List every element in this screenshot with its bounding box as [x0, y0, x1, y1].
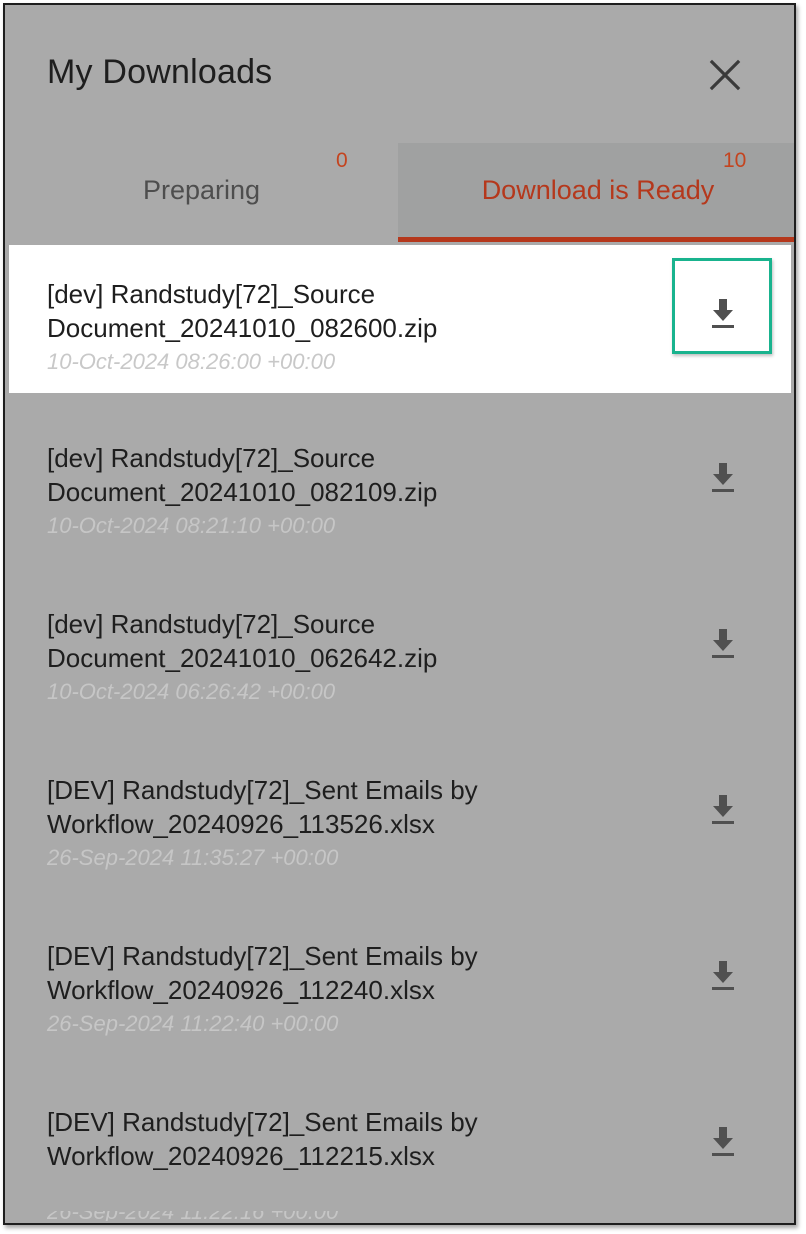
- file-name: [dev] Randstudy[72]_Source Document_2024…: [47, 607, 657, 675]
- file-name-line: [dev] Randstudy[72]_Source: [47, 609, 376, 639]
- list-item[interactable]: [dev] Randstudy[72]_Source Document_2024…: [5, 575, 792, 723]
- download-icon[interactable]: [705, 459, 741, 495]
- file-date-partial: 26-Sep-2024 11:22:16 +00:00: [47, 1211, 338, 1221]
- file-name-line: Document_20241010_082109.zip: [47, 477, 438, 507]
- file-name-line: [dev] Randstudy[72]_Source: [47, 443, 376, 473]
- file-date: 10-Oct-2024 08:26:00 +00:00: [47, 349, 336, 374]
- file-name: [dev] Randstudy[72]_Source Document_2024…: [47, 441, 657, 509]
- close-icon[interactable]: [705, 55, 745, 95]
- file-date: 26-Sep-2024 11:22:16 +00:00: [47, 1211, 338, 1221]
- download-icon[interactable]: [705, 295, 741, 331]
- file-name-line: Workflow_20240926_112240.xlsx: [47, 975, 435, 1005]
- file-name-line: Document_20241010_062642.zip: [47, 643, 438, 673]
- tab-preparing-label: Preparing: [142, 175, 261, 205]
- panel-header: My Downloads: [5, 5, 794, 145]
- tab-preparing-count: 0: [336, 149, 348, 172]
- file-name-line: [DEV] Randstudy[72]_Sent Emails by: [47, 1107, 478, 1137]
- file-name-line: [DEV] Randstudy[72]_Sent Emails by: [47, 775, 478, 805]
- list-item[interactable]: [dev] Randstudy[72]_Source Document_2024…: [5, 409, 792, 557]
- file-name: [DEV] Randstudy[72]_Sent Emails by Workf…: [47, 1105, 657, 1173]
- panel-title: My Downloads: [47, 53, 273, 91]
- file-name-line: Document_20241010_082600.zip: [47, 313, 438, 343]
- file-date: 10-Oct-2024 08:21:10 +00:00: [47, 513, 336, 538]
- download-icon[interactable]: [705, 1123, 741, 1159]
- file-date: 26-Sep-2024 11:35:27 +00:00: [47, 845, 339, 870]
- tab-download-ready-label: Download is Ready: [481, 175, 715, 205]
- tab-download-ready-count: 10: [723, 149, 747, 172]
- list-item[interactable]: [DEV] Randstudy[72]_Sent Emails by Workf…: [5, 741, 792, 889]
- file-name-line: [dev] Randstudy[72]_Source: [47, 279, 376, 309]
- file-name-line: Workflow_20240926_112215.xlsx: [47, 1141, 435, 1171]
- download-icon[interactable]: [705, 957, 741, 993]
- tab-download-ready[interactable]: 10 Download is Ready: [398, 143, 794, 241]
- file-name-line: Workflow_20240926_113526.xlsx: [47, 809, 435, 839]
- download-icon[interactable]: [705, 791, 741, 827]
- list-item[interactable]: [DEV] Randstudy[72]_Sent Emails by Workf…: [5, 907, 792, 1055]
- file-name-line: [DEV] Randstudy[72]_Sent Emails by: [47, 941, 478, 971]
- active-tab-indicator: [398, 237, 794, 242]
- list-item[interactable]: [dev] Randstudy[72]_Source Document_2024…: [9, 245, 791, 393]
- download-icon[interactable]: [705, 625, 741, 661]
- file-name: [dev] Randstudy[72]_Source Document_2024…: [47, 277, 657, 345]
- file-name: [DEV] Randstudy[72]_Sent Emails by Workf…: [47, 773, 657, 841]
- downloads-panel: My Downloads 0 Preparing 10 Download is …: [3, 3, 796, 1225]
- tab-preparing[interactable]: 0 Preparing: [5, 143, 398, 241]
- file-date: 26-Sep-2024 11:22:40 +00:00: [47, 1011, 339, 1036]
- file-date: 10-Oct-2024 06:26:42 +00:00: [47, 679, 336, 704]
- tab-bar: 0 Preparing 10 Download is Ready: [5, 143, 794, 243]
- list-item[interactable]: [DEV] Randstudy[72]_Sent Emails by Workf…: [5, 1073, 792, 1221]
- file-name: [DEV] Randstudy[72]_Sent Emails by Workf…: [47, 939, 657, 1007]
